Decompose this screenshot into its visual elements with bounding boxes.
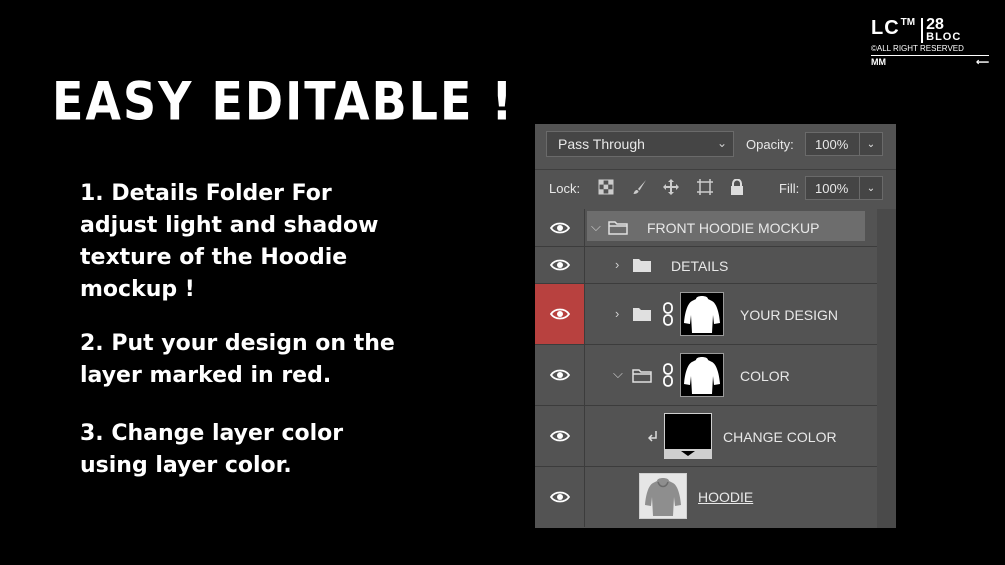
layer-name: CHANGE COLOR bbox=[723, 429, 837, 445]
brand-tm: TM bbox=[900, 17, 916, 28]
layer-name: DETAILS bbox=[671, 258, 729, 274]
lock-icon[interactable] bbox=[728, 178, 746, 196]
layers-panel: Pass Through ⌄ Opacity: 100% ⌄ Lock: Fil… bbox=[535, 124, 896, 528]
step-3: 3. Change layer color using layer color. bbox=[80, 421, 344, 478]
eye-icon[interactable] bbox=[535, 247, 585, 283]
artboard-icon[interactable] bbox=[696, 178, 714, 196]
chain-link-icon[interactable] bbox=[663, 363, 673, 387]
fill-input[interactable]: 100% ⌄ bbox=[805, 176, 883, 200]
eye-icon[interactable] bbox=[535, 406, 585, 466]
layer-row-your-design[interactable]: › YOUR DESIGN bbox=[535, 284, 896, 345]
lock-transparent-pixels-icon[interactable] bbox=[597, 178, 615, 196]
brand-mm: MM bbox=[871, 57, 886, 67]
clipping-mask-icon bbox=[648, 431, 657, 442]
eye-icon[interactable] bbox=[535, 467, 585, 527]
eye-icon[interactable] bbox=[535, 284, 585, 344]
layer-mask-thumbnail bbox=[680, 292, 724, 336]
fill-value: 100% bbox=[815, 180, 849, 196]
instructions: 1. Details Folder For adjust light and s… bbox=[80, 178, 400, 504]
smart-object-thumbnail bbox=[639, 473, 687, 519]
brand-rights: ©ALL RIGHT RESERVED bbox=[871, 44, 989, 56]
layer-name: HOODIE bbox=[698, 489, 754, 505]
fill-label: Fill: bbox=[779, 181, 800, 196]
blend-mode-select[interactable]: Pass Through ⌄ bbox=[546, 131, 734, 157]
folder-icon bbox=[633, 259, 651, 272]
chain-link-icon[interactable] bbox=[663, 302, 673, 326]
chevron-right-icon[interactable]: › bbox=[615, 257, 619, 272]
layer-row-change-color[interactable]: CHANGE COLOR bbox=[535, 406, 896, 467]
eye-icon[interactable] bbox=[535, 345, 585, 405]
lock-label: Lock: bbox=[549, 181, 581, 196]
solid-color-thumbnail bbox=[664, 413, 712, 459]
chevron-down-icon[interactable]: ⌄ bbox=[859, 133, 882, 155]
brush-icon[interactable] bbox=[631, 178, 649, 196]
opacity-value: 100% bbox=[815, 136, 849, 152]
scrollbar-track[interactable] bbox=[877, 209, 896, 528]
opacity-input[interactable]: 100% ⌄ bbox=[805, 132, 883, 156]
chevron-down-icon[interactable]: ⌄ bbox=[859, 177, 882, 199]
layer-row-hoodie[interactable]: HOODIE bbox=[535, 467, 896, 527]
brand-lc: LC bbox=[871, 17, 900, 39]
layer-name: FRONT HOODIE MOCKUP bbox=[647, 220, 820, 236]
brand-logo: LC TM 28 BLOC ©ALL RIGHT RESERVED MM ⟵ bbox=[871, 16, 989, 68]
step-2: 2. Put your design on the layer marked i… bbox=[80, 331, 395, 388]
eye-icon[interactable] bbox=[535, 209, 585, 246]
layer-row-color[interactable]: ⌵ COLOR bbox=[535, 345, 896, 406]
layer-name: COLOR bbox=[740, 368, 790, 384]
chevron-down-icon[interactable]: ⌵ bbox=[591, 219, 601, 235]
layer-list: ⌵ FRONT HOODIE MOCKUP › DETAILS › YOUR D… bbox=[535, 209, 896, 527]
blend-mode-value: Pass Through bbox=[558, 136, 645, 152]
chevron-down-icon[interactable]: ⌵ bbox=[613, 366, 623, 382]
chevron-down-icon: ⌄ bbox=[716, 136, 727, 150]
brand-number: 28 bbox=[926, 16, 944, 33]
layer-row-front-hoodie-mockup[interactable]: ⌵ FRONT HOODIE MOCKUP bbox=[535, 209, 896, 247]
folder-open-icon bbox=[608, 221, 628, 235]
layer-mask-thumbnail bbox=[680, 353, 724, 397]
brand-bloc: BLOC bbox=[926, 31, 962, 43]
layer-name: YOUR DESIGN bbox=[740, 307, 839, 323]
opacity-label: Opacity: bbox=[746, 137, 794, 152]
chevron-right-icon[interactable]: › bbox=[615, 306, 619, 321]
folder-open-icon bbox=[632, 369, 652, 383]
arrow-left-icon: ⟵ bbox=[976, 57, 989, 67]
folder-icon bbox=[633, 308, 651, 321]
step-1: 1. Details Folder For adjust light and s… bbox=[80, 181, 379, 302]
lock-toolbar: Lock: Fill: 100% ⌄ bbox=[535, 169, 896, 206]
layer-row-details[interactable]: › DETAILS bbox=[535, 247, 896, 284]
blend-toolbar: Pass Through ⌄ Opacity: 100% ⌄ bbox=[535, 124, 896, 164]
move-icon[interactable] bbox=[662, 178, 680, 196]
headline: EASY EDITABLE ! bbox=[52, 70, 515, 133]
